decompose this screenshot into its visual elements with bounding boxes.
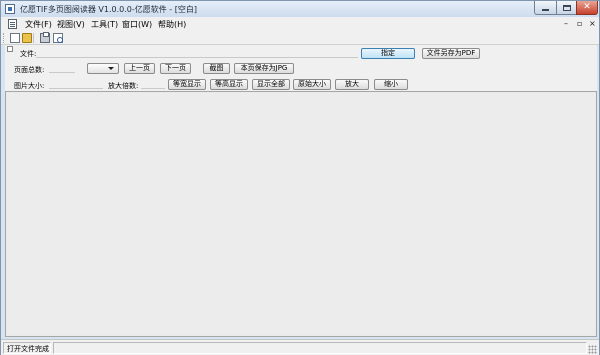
- prev-page-button[interactable]: 上一页: [124, 63, 155, 74]
- title-bar[interactable]: 亿愿TIF多页图阅读器 V1.0.0.0-亿愿软件 - [空白] ✕: [1, 1, 599, 17]
- close-icon: ✕: [583, 2, 591, 12]
- image-size-label: 图片大小:: [14, 82, 45, 90]
- original-size-button[interactable]: 原始大小: [293, 79, 331, 90]
- mdi-close-button[interactable]: ×: [589, 19, 596, 28]
- zoom-in-button[interactable]: 放大: [335, 79, 369, 90]
- next-page-button[interactable]: 下一页: [160, 63, 191, 74]
- save-jpg-button[interactable]: 本页保存为JPG: [234, 63, 294, 74]
- window-title: 亿愿TIF多页图阅读器 V1.0.0.0-亿愿软件 - [空白]: [20, 5, 197, 14]
- toolbar-separator: [33, 33, 34, 43]
- close-button[interactable]: ✕: [576, 1, 598, 15]
- control-panel: 文件: 指定 文件另存为PDF 页面总数: 上一页 下一页 截图 本页保存为JP…: [5, 45, 597, 91]
- toolbar: [1, 31, 599, 45]
- specify-button[interactable]: 指定: [361, 48, 415, 59]
- chevron-down-icon: [108, 67, 114, 70]
- maximize-button[interactable]: [556, 1, 576, 15]
- menu-file[interactable]: 文件(F): [25, 19, 52, 30]
- zoom-label: 放大倍数:: [108, 82, 139, 90]
- app-window: 亿愿TIF多页图阅读器 V1.0.0.0-亿愿软件 - [空白] ✕ 文件(F)…: [0, 0, 600, 355]
- status-pane-secondary: [53, 342, 587, 354]
- maximize-icon: [562, 4, 571, 11]
- page-count-label: 页面总数:: [14, 66, 45, 74]
- zoom-out-button[interactable]: 缩小: [374, 79, 408, 90]
- page-select-dropdown[interactable]: [87, 63, 119, 74]
- screenshot-button[interactable]: 截图: [203, 63, 230, 74]
- minimize-icon: [542, 9, 549, 11]
- app-icon[interactable]: [5, 4, 15, 14]
- menu-view[interactable]: 视图(V): [57, 19, 85, 30]
- print-preview-icon[interactable]: [53, 33, 63, 43]
- toolbar-grip[interactable]: [3, 33, 6, 43]
- status-bar: 打开文件完成: [1, 339, 599, 355]
- fit-all-button[interactable]: 显示全部: [252, 79, 290, 90]
- menu-bar: 文件(F) 视图(V) 工具(T) 窗口(W) 帮助(H) – ▫ ×: [1, 17, 599, 31]
- mdi-minimize-button[interactable]: –: [564, 19, 568, 28]
- print-icon[interactable]: [40, 32, 50, 43]
- page-count-field: [49, 63, 75, 73]
- zoom-field: [141, 79, 165, 89]
- mdi-restore-button[interactable]: ▫: [577, 19, 582, 28]
- status-pane-main: 打开文件完成: [3, 342, 51, 354]
- open-icon[interactable]: [22, 33, 32, 43]
- fit-height-button[interactable]: 等高显示: [210, 79, 248, 90]
- image-size-field: [49, 79, 103, 89]
- status-message: 打开文件完成: [7, 345, 49, 353]
- menu-tools[interactable]: 工具(T): [91, 19, 118, 30]
- minimize-button[interactable]: [534, 1, 556, 15]
- save-pdf-button[interactable]: 文件另存为PDF: [422, 48, 480, 59]
- menu-window[interactable]: 窗口(W): [122, 19, 152, 30]
- new-icon[interactable]: [10, 33, 20, 43]
- panel-checkbox[interactable]: [7, 46, 13, 52]
- file-label: 文件:: [20, 50, 37, 58]
- document-icon[interactable]: [8, 19, 17, 29]
- image-viewer-area[interactable]: [5, 91, 597, 337]
- resize-grip[interactable]: [588, 345, 597, 354]
- fit-width-button[interactable]: 等宽显示: [168, 79, 206, 90]
- menu-help[interactable]: 帮助(H): [158, 19, 186, 30]
- file-path-field[interactable]: [36, 48, 358, 58]
- image-canvas[interactable]: [7, 93, 595, 335]
